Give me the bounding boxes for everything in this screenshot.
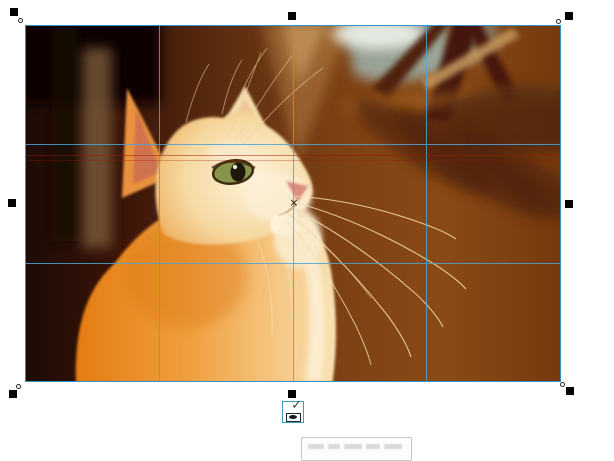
marquee-oval-icon <box>286 413 301 422</box>
anchor-bottom-right-circle <box>560 382 565 387</box>
tooltip-text-smudge <box>328 444 340 449</box>
handle-top-right[interactable] <box>565 12 573 20</box>
editor-window: { "window": { "background": "#ffffff", "… <box>0 0 614 461</box>
handle-bottom-right[interactable] <box>566 387 574 395</box>
tooltip-text-smudge <box>384 444 402 449</box>
handle-left-middle[interactable] <box>8 199 16 207</box>
handle-top-left[interactable] <box>10 8 18 16</box>
anchor-bottom-left-circle <box>16 384 21 389</box>
cat-photo <box>26 26 560 381</box>
checkmark-icon: ✓ <box>291 398 302 413</box>
partial-tooltip <box>301 437 412 461</box>
tooltip-text-smudge <box>308 444 324 449</box>
crop-selection-area[interactable]: × <box>25 25 561 382</box>
anchor-top-left-circle <box>18 18 23 23</box>
handle-bottom-left[interactable] <box>9 390 17 398</box>
tooltip-text-smudge <box>366 444 380 449</box>
handle-top-middle[interactable] <box>288 12 296 20</box>
anchor-top-right-circle <box>556 19 561 24</box>
tooltip-text-smudge <box>344 444 362 449</box>
handle-right-middle[interactable] <box>565 200 573 208</box>
apply-crop-button[interactable]: ✓ <box>282 398 304 423</box>
handle-bottom-middle[interactable] <box>288 390 296 398</box>
